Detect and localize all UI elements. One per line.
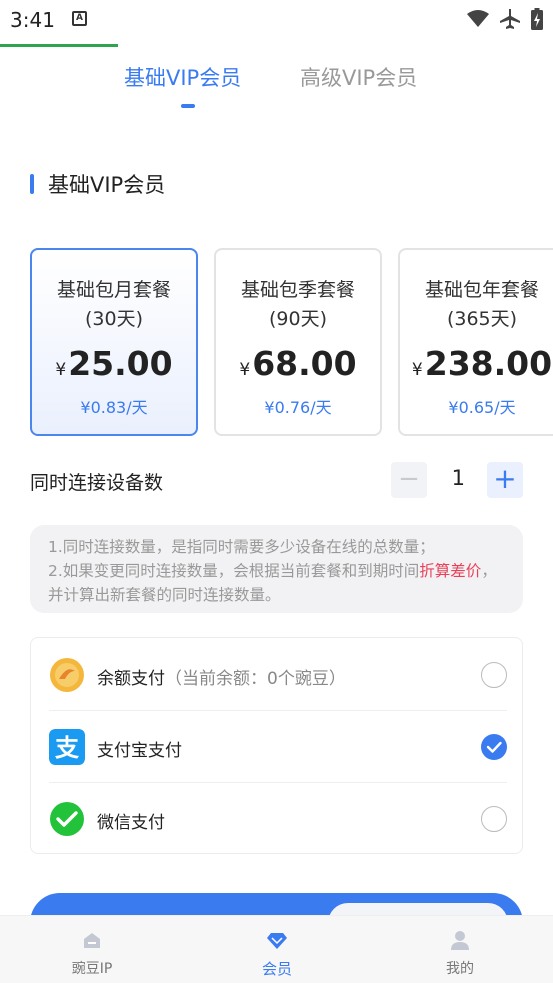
status-time: 3:41	[10, 8, 55, 32]
plan-days: (90天)	[268, 308, 327, 330]
nav-label: 豌豆IP	[71, 961, 113, 977]
nav-item-membership[interactable]: 会员	[217, 916, 337, 983]
currency-symbol: ¥	[411, 360, 423, 380]
plan-per-day: ¥0.83/天	[80, 398, 148, 417]
notice-line-1: 1.同时连接数量，是指同时需要多少设备在线的总数量；	[48, 538, 435, 556]
device-count-row: 同时连接设备数 − 1 +	[30, 462, 523, 498]
plan-card-yearly[interactable]: 基础包年套餐 (365天) ¥238.00 ¥0.65/天	[398, 248, 553, 436]
status-bar: 3:41 A	[0, 0, 553, 40]
diamond-icon	[267, 933, 287, 949]
price-value: 238.00	[424, 344, 553, 383]
plan-price: ¥68.00	[216, 344, 380, 390]
plan-card-quarterly[interactable]: 基础包季套餐 (90天) ¥68.00 ¥0.76/天	[214, 248, 382, 436]
membership-tabs: 基础VIP会员 高级VIP会员	[0, 56, 553, 112]
payment-methods: 余额支付（当前余额：0个豌豆） 支 支付宝支付 微信支付	[30, 637, 523, 854]
plan-per-day: ¥0.65/天	[448, 398, 516, 417]
section-title: 基础VIP会员	[48, 173, 166, 197]
user-icon	[451, 931, 469, 950]
notice-text: 2.如果变更同时连接数量，会根据当前套餐和到期时间	[48, 562, 420, 580]
payment-label: 余额支付（当前余额：0个豌豆）	[97, 664, 346, 689]
wifi-icon	[467, 10, 489, 27]
home-icon	[84, 933, 100, 948]
plan-list: 基础包月套餐 (30天) ¥25.00 ¥0.83/天 基础包季套餐 (90天)…	[30, 248, 553, 438]
plan-name: 基础包月套餐	[56, 279, 171, 301]
status-icons	[467, 8, 543, 30]
nav-item-profile[interactable]: 我的	[400, 916, 520, 983]
nav-label: 会员	[261, 960, 292, 978]
device-count-notice: 1.同时连接数量，是指同时需要多少设备在线的总数量； 2.如果变更同时连接数量，…	[30, 525, 523, 613]
alipay-icon: 支	[49, 729, 85, 765]
plan-name: 基础包季套餐	[240, 279, 355, 301]
plan-card-monthly[interactable]: 基础包月套餐 (30天) ¥25.00 ¥0.83/天	[30, 248, 198, 436]
battery-charging-icon	[531, 8, 543, 30]
payment-label: 微信支付	[97, 813, 165, 833]
currency-symbol: ¥	[239, 360, 251, 380]
section-accent-bar	[30, 174, 34, 194]
price-value: 68.00	[252, 344, 357, 383]
plan-price: ¥238.00	[400, 344, 553, 390]
tab-basic-vip[interactable]: 基础VIP会员	[124, 62, 241, 92]
plan-per-day: ¥0.76/天	[264, 398, 332, 417]
checkmark-icon	[486, 741, 502, 753]
section-header: 基础VIP会员	[30, 168, 165, 200]
radio-alipay[interactable]	[481, 734, 507, 760]
payment-option-wechat[interactable]: 微信支付	[49, 783, 507, 855]
nav-label: 我的	[446, 961, 474, 977]
wechat-icon	[50, 802, 84, 836]
decrement-button[interactable]: −	[391, 462, 427, 498]
device-count-value: 1	[451, 466, 465, 490]
plan-price: ¥25.00	[32, 344, 196, 390]
increment-button[interactable]: +	[487, 462, 523, 498]
bottom-navigation: 豌豆IP 会员 我的	[0, 915, 553, 983]
device-count-label: 同时连接设备数	[30, 472, 164, 494]
notification-icon: A	[72, 11, 87, 26]
balance-coin-icon	[50, 658, 84, 692]
notice-highlight: 折算差价	[419, 562, 482, 580]
active-tab-indicator	[181, 104, 195, 108]
svg-text:支: 支	[55, 734, 80, 762]
price-value: 25.00	[68, 344, 173, 383]
payment-option-alipay[interactable]: 支 支付宝支付	[49, 711, 507, 783]
plan-name: 基础包年套餐	[424, 279, 539, 301]
loading-progress-line	[0, 44, 118, 47]
payment-label: 支付宝支付	[97, 741, 182, 761]
plan-days: (365天)	[446, 308, 518, 330]
currency-symbol: ¥	[55, 360, 67, 380]
airplane-icon	[500, 9, 520, 29]
plan-days: (30天)	[84, 308, 143, 330]
nav-item-home[interactable]: 豌豆IP	[32, 916, 152, 983]
radio-balance[interactable]	[481, 662, 507, 688]
tab-advanced-vip[interactable]: 高级VIP会员	[300, 62, 417, 92]
balance-hint: （当前余额：0个豌豆）	[165, 669, 346, 689]
payment-name: 余额支付	[97, 669, 165, 689]
radio-wechat[interactable]	[481, 806, 507, 832]
payment-option-balance[interactable]: 余额支付（当前余额：0个豌豆）	[49, 639, 507, 711]
notice-line-2: 2.如果变更同时连接数量，会根据当前套餐和到期时间折算差价，并计算出新套餐的同时…	[48, 559, 505, 607]
